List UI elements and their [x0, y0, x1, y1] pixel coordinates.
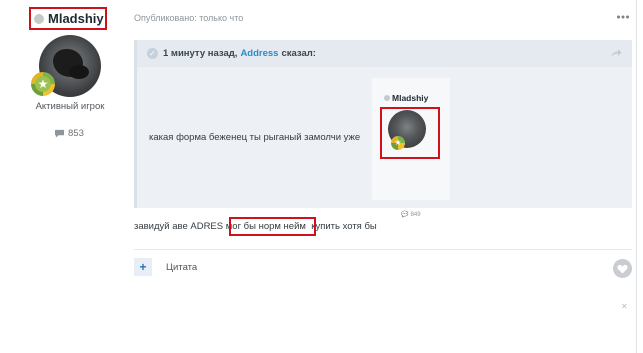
quote-time: 1 минуту назад,	[163, 48, 238, 59]
star-icon: ★	[35, 76, 51, 92]
like-button[interactable]	[613, 259, 632, 278]
quoted-screenshot[interactable]: Mladshiy ★ 💬 849	[372, 78, 450, 218]
embed-star-icon: ★	[391, 136, 405, 150]
share-arrow-icon[interactable]	[610, 48, 622, 58]
quote-button[interactable]: + Цитата	[134, 258, 197, 276]
embed-author-name: Mladshiy	[392, 93, 429, 103]
ellipsis-icon[interactable]	[616, 12, 630, 22]
post-count: 853	[54, 128, 84, 139]
published-time: Опубликовано: только что	[134, 13, 244, 23]
author-name[interactable]: Mladshiy	[48, 11, 104, 26]
heart-icon	[617, 264, 628, 274]
post-count-value: 853	[68, 128, 84, 139]
member-group: Активный игрок	[35, 101, 105, 112]
rank-badge-icon: ★	[31, 72, 55, 96]
embed-post-count: 💬 849	[401, 212, 421, 218]
quote-said: сказал:	[281, 48, 316, 59]
embed-author: Mladshiy	[384, 93, 428, 103]
text-highlight-box	[229, 217, 316, 236]
divider	[134, 249, 632, 250]
plus-icon[interactable]: +	[134, 258, 152, 276]
offline-status-icon	[34, 13, 44, 24]
quote-header: ✓ 1 минуту назад, Address сказал:	[137, 40, 632, 67]
avatar-dog-shape-2	[69, 65, 89, 79]
content-edge	[636, 0, 637, 353]
author-name-highlight[interactable]: Mladshiy	[29, 7, 107, 30]
speech-bubble-icon	[55, 129, 64, 138]
quote-label[interactable]: Цитата	[166, 262, 197, 273]
quote-block: ✓ 1 минуту назад, Address сказал: какая …	[134, 40, 632, 218]
embed-post-count-value: 849	[410, 212, 421, 218]
quote-user-link[interactable]: Address	[240, 48, 278, 59]
close-icon[interactable]: ✕	[621, 302, 628, 311]
quote-text: какая форма беженец ты рыганый замолчи у…	[149, 132, 361, 143]
quote-check-icon: ✓	[147, 48, 158, 59]
embed-status-icon	[384, 95, 390, 101]
